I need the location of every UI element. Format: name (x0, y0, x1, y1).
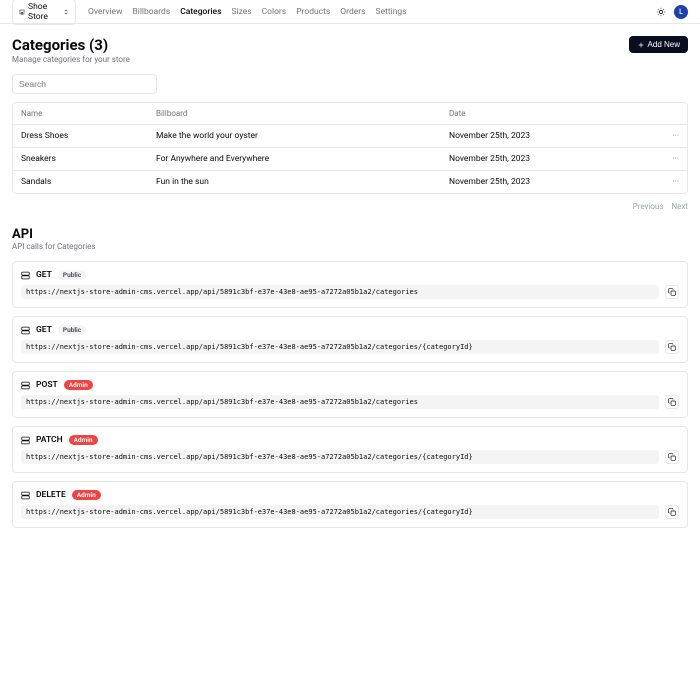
store-icon (19, 8, 25, 16)
api-card-get: GET Public https://nextjs-store-admin-cms.… (12, 316, 688, 363)
api-url: https://nextjs-store-admin-cms.vercel.ap… (21, 450, 659, 464)
store-switcher[interactable]: Shoe Store (12, 0, 76, 25)
api-badge: Public (58, 325, 86, 335)
user-avatar[interactable]: L (674, 5, 688, 19)
api-method: DELETE (36, 490, 66, 500)
search-input[interactable] (12, 74, 157, 94)
nav-categories[interactable]: Categories (180, 7, 221, 17)
plus-icon (637, 41, 645, 49)
copy-button[interactable] (665, 395, 679, 409)
api-badge: Admin (64, 380, 93, 390)
server-icon (21, 271, 30, 280)
pagination: Previous Next (12, 202, 688, 211)
nav-settings[interactable]: Settings (376, 7, 407, 17)
nav-orders[interactable]: Orders (340, 7, 365, 17)
row-actions[interactable]: ··· (659, 177, 679, 187)
api-url: https://nextjs-store-admin-cms.vercel.ap… (21, 505, 659, 519)
server-icon (21, 381, 30, 390)
copy-icon (668, 288, 676, 296)
api-url: https://nextjs-store-admin-cms.vercel.ap… (21, 285, 659, 299)
page-content: Categories (3) Manage categories for you… (0, 24, 700, 548)
row-actions[interactable]: ··· (659, 154, 679, 164)
api-card-patch: PATCH Admin https://nextjs-store-admin-cms… (12, 426, 688, 473)
cell-name: Sandals (21, 177, 156, 187)
chevrons-up-down-icon (63, 8, 69, 16)
nav-sizes[interactable]: Sizes (231, 7, 251, 17)
server-icon (21, 491, 30, 500)
copy-icon (668, 453, 676, 461)
copy-button[interactable] (665, 285, 679, 299)
api-badge: Public (58, 270, 86, 280)
cell-billboard: For Anywhere and Everywhere (156, 154, 449, 164)
table-row: Dress ShoesMake the world your oysterNov… (13, 125, 687, 148)
next-button[interactable]: Next (671, 202, 688, 211)
copy-button[interactable] (665, 450, 679, 464)
cell-billboard: Fun in the sun (156, 177, 449, 187)
add-new-label: Add New (648, 40, 680, 49)
table-row: SandalsFun in the sunNovember 25th, 2023… (13, 171, 687, 193)
page-title: Categories (3) (12, 36, 130, 54)
page-desc: Manage categories for your store (12, 55, 130, 64)
api-desc: API calls for Categories (12, 242, 688, 251)
categories-table: Name Billboard Date Dress ShoesMake the … (12, 102, 688, 194)
col-name: Name (21, 109, 156, 118)
api-title: API (12, 227, 688, 242)
nav-colors[interactable]: Colors (262, 7, 287, 17)
api-method: POST (36, 380, 58, 390)
copy-button[interactable] (665, 340, 679, 354)
server-icon (21, 436, 30, 445)
cell-name: Dress Shoes (21, 131, 156, 141)
nav-products[interactable]: Products (296, 7, 330, 17)
col-date: Date (449, 109, 659, 118)
copy-icon (668, 398, 676, 406)
cell-date: November 25th, 2023 (449, 131, 659, 141)
store-name: Shoe Store (28, 2, 59, 22)
cell-billboard: Make the world your oyster (156, 131, 449, 141)
cell-date: November 25th, 2023 (449, 177, 659, 187)
server-icon (21, 326, 30, 335)
api-method: PATCH (36, 435, 63, 445)
api-badge: Admin (72, 490, 101, 500)
theme-toggle-icon[interactable] (656, 7, 666, 17)
api-card-post: POST Admin https://nextjs-store-admin-cms.… (12, 371, 688, 418)
col-billboard: Billboard (156, 109, 449, 118)
table-header: Name Billboard Date (13, 103, 687, 125)
api-url: https://nextjs-store-admin-cms.vercel.ap… (21, 395, 659, 409)
api-card-get: GET Public https://nextjs-store-admin-cms.… (12, 261, 688, 308)
cell-date: November 25th, 2023 (449, 154, 659, 164)
api-url: https://nextjs-store-admin-cms.vercel.ap… (21, 340, 659, 354)
main-nav: Overview Billboards Categories Sizes Colors P… (88, 7, 407, 17)
api-method: GET (36, 270, 52, 280)
copy-icon (668, 508, 676, 516)
api-badge: Admin (69, 435, 98, 445)
copy-button[interactable] (665, 505, 679, 519)
api-method: GET (36, 325, 52, 335)
row-actions[interactable]: ··· (659, 131, 679, 141)
copy-icon (668, 343, 676, 351)
topbar: Shoe Store Overview Billboards Categories S… (0, 0, 700, 24)
api-card-delete: DELETE Admin https://nextjs-store-admin-cm… (12, 481, 688, 528)
table-row: SneakersFor Anywhere and EverywhereNovem… (13, 148, 687, 171)
cell-name: Sneakers (21, 154, 156, 164)
prev-button[interactable]: Previous (633, 202, 664, 211)
nav-billboards[interactable]: Billboards (132, 7, 170, 17)
nav-overview[interactable]: Overview (88, 7, 122, 17)
add-new-button[interactable]: Add New (629, 36, 688, 53)
